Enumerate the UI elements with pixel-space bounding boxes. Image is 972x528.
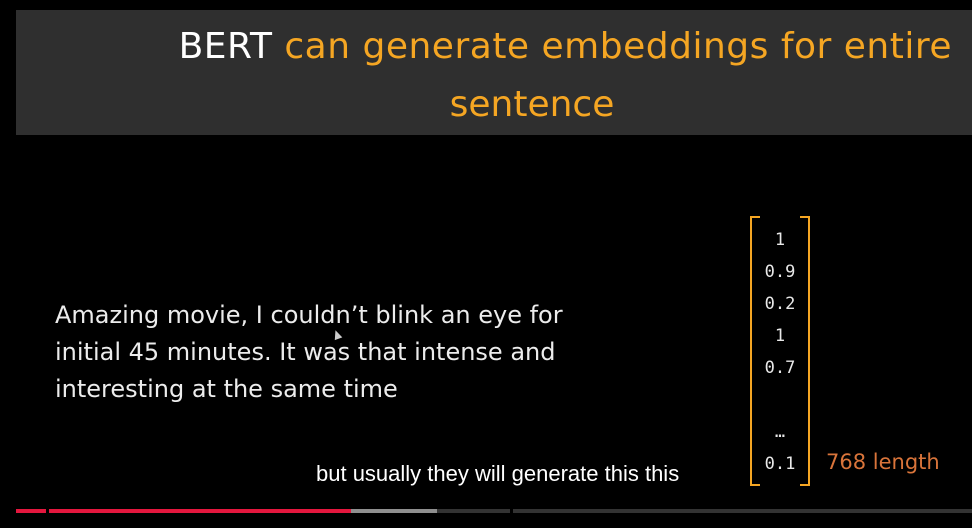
chapter-marker [510,509,513,513]
subtitle-caption: but usually they will generate this this [310,457,686,491]
slide-title-line-2: sentence [449,84,615,125]
title-bert-word: BERT [178,26,273,67]
right-bracket [800,216,810,486]
slide-title-line-1: BERT can generate embeddings for entire [16,26,972,67]
example-sentence: Amazing movie, I couldn’t blink an eye f… [55,297,615,408]
chapter-marker [46,509,49,513]
video-player[interactable]: BERT can generate embeddings for entire … [0,0,972,528]
vector-value: 0.9 [764,262,796,282]
vector-value: 1 [774,326,786,346]
embedding-vector: 1 0.9 0.2 1 0.7 … 0.1 [750,216,810,486]
progress-bar[interactable] [16,509,972,513]
left-bracket [750,216,760,486]
sentence-line: interesting at the same time [55,375,398,403]
vector-value: 0.2 [764,294,796,314]
vector-value: 0.1 [764,454,796,474]
sentence-line: Amazing movie, I couldn’t blink an eye f… [55,301,563,329]
title-rest-line-1: can generate embeddings for entire [272,26,952,67]
vector-value: 1 [774,230,786,250]
vector-value: 0.7 [764,358,796,378]
vector-length-label: 768 length [826,450,940,474]
progress-played [16,509,351,513]
slide-title-bar: BERT can generate embeddings for entire … [16,10,972,135]
vector-ellipsis: … [774,422,786,442]
